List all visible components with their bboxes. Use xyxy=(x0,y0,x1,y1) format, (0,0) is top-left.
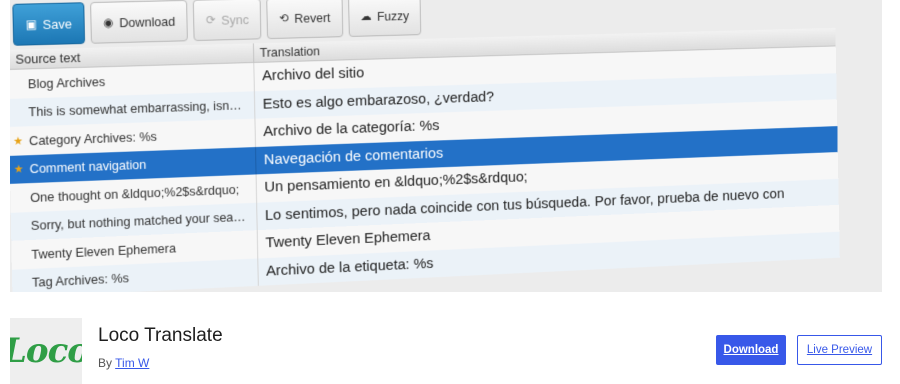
by-label: By xyxy=(98,356,113,370)
source-text: Tag Archives: %s xyxy=(31,270,130,291)
download-toolbar-label: Download xyxy=(119,13,176,30)
source-text: Sorry, but nothing matched your sea… xyxy=(30,209,246,234)
star-icon: ★ xyxy=(13,163,24,176)
editor-screenshot: ▣ Save ◉ Download ⟳ Sync ⟲ Revert ☁ Fuzz… xyxy=(10,0,840,292)
plugin-logo: Loco xyxy=(10,318,82,384)
source-text: Comment navigation xyxy=(29,157,147,177)
download-button[interactable]: Download xyxy=(716,335,786,365)
logo-text: Loco xyxy=(10,331,82,371)
source-text: This is somewhat embarrassing, isn… xyxy=(28,97,242,120)
revert-button: ⟲ Revert xyxy=(266,0,343,40)
plugin-author: By Tim W xyxy=(98,356,149,370)
editor-toolbar: ▣ Save ◉ Download ⟳ Sync ⟲ Revert ☁ Fuzz… xyxy=(12,0,422,46)
author-link[interactable]: Tim W xyxy=(115,356,149,370)
download-icon: ◉ xyxy=(103,15,114,30)
plugin-banner: ▣ Save ◉ Download ⟳ Sync ⟲ Revert ☁ Fuzz… xyxy=(10,0,882,292)
floppy-icon: ▣ xyxy=(25,17,37,32)
source-text: Category Archives: %s xyxy=(28,128,157,148)
save-label: Save xyxy=(42,15,73,32)
star-icon: ★ xyxy=(13,135,24,148)
sync-button: ⟳ Sync xyxy=(193,0,262,42)
fuzzy-label: Fuzzy xyxy=(376,7,410,24)
fuzzy-button: ☁ Fuzzy xyxy=(347,0,422,37)
plugin-title: Loco Translate xyxy=(98,325,223,346)
sync-icon: ⟳ xyxy=(205,12,216,27)
source-text: Twenty Eleven Ephemera xyxy=(31,240,177,262)
grid-rows: Blog Archives Archivo del sitio This is so… xyxy=(10,46,840,292)
revert-label: Revert xyxy=(294,9,331,26)
download-toolbar-button: ◉ Download xyxy=(90,0,189,44)
source-text: One thought on &ldquo;%2$s&rdquo; xyxy=(30,181,240,205)
source-text: Blog Archives xyxy=(27,73,106,92)
sync-label: Sync xyxy=(221,11,250,28)
live-preview-button[interactable]: Live Preview xyxy=(797,335,882,365)
save-button: ▣ Save xyxy=(12,2,86,46)
revert-icon: ⟲ xyxy=(279,11,289,26)
translation-grid: Source text Translation Blog Archives Arc… xyxy=(10,27,840,292)
cloud-icon: ☁ xyxy=(360,9,372,24)
